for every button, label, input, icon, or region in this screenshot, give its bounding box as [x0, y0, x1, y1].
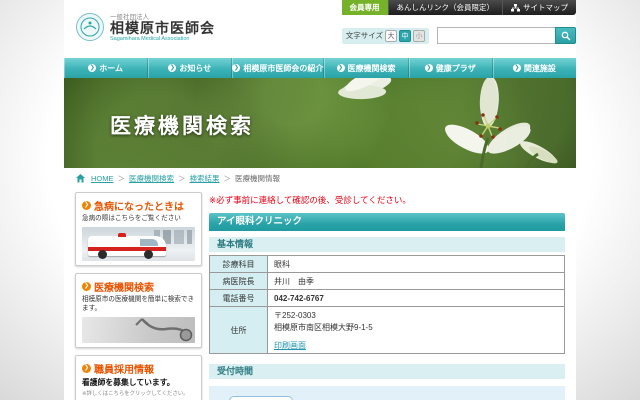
- members-only-button[interactable]: 会員専用: [342, 0, 388, 15]
- nav-label: 医療機関検索: [348, 63, 396, 74]
- content-column: ※必ず事前に連絡して確認の後、受診してください。 アイ眼科クリニック 基本情報 …: [209, 192, 565, 400]
- nav-label: 関連施設: [524, 63, 556, 74]
- hero-title: 医療機関検索: [110, 110, 254, 140]
- search-input[interactable]: [437, 27, 555, 44]
- nav-arrow-icon: ❯: [337, 64, 345, 72]
- banner-subtitle: 急病の際はこちらをご覧ください: [82, 215, 195, 224]
- breadcrumb-separator: ＞: [178, 173, 186, 184]
- table-row: 電話番号 042-742-6767: [210, 290, 565, 307]
- sidebar-banner-recruit[interactable]: ❯ 職員採用情報 看護師を募集しています。 ※詳しくはこちらをクリックしてくださ…: [75, 355, 202, 400]
- site-header: 一般社団法人 相模原市医師会 Sagamihara Medical Associ…: [64, 0, 576, 58]
- ambulance-image: [82, 227, 195, 261]
- row-label: 病医院長: [210, 273, 268, 290]
- breadcrumb-home[interactable]: HOME: [91, 174, 114, 183]
- font-size-small-button[interactable]: 小: [413, 30, 425, 42]
- row-label: 電話番号: [210, 290, 268, 307]
- row-label: 診療科目: [210, 256, 268, 273]
- hours-tab-panel: 受付時間: [209, 386, 565, 400]
- sidebar: ❯ 急病になったときは 急病の際はこちらをご覧ください: [75, 192, 202, 400]
- hours-tab[interactable]: 受付時間: [229, 396, 293, 400]
- home-icon: [76, 174, 85, 183]
- banner-title: 急病になったときは: [94, 198, 184, 213]
- row-label: 住所: [210, 307, 268, 354]
- hero-banner: 医療機関検索: [64, 78, 576, 168]
- hours-section-header: 受付時間: [209, 364, 565, 379]
- nav-item-health-plaza[interactable]: ❯健康プラザ: [409, 58, 493, 78]
- org-name: 相模原市医師会: [110, 21, 215, 36]
- breadcrumb-search[interactable]: 医療機関検索: [129, 173, 174, 184]
- breadcrumb-results[interactable]: 検索結果: [190, 173, 220, 184]
- row-value: 眼科: [268, 256, 565, 273]
- banner-title: 医療機関検索: [94, 279, 154, 294]
- arrow-circle-icon: ❯: [82, 201, 91, 210]
- breadcrumb-separator: ＞: [224, 173, 232, 184]
- arrow-circle-icon: ❯: [82, 282, 91, 291]
- site-logo[interactable]: 一般社団法人 相模原市医師会 Sagamihara Medical Associ…: [76, 11, 215, 42]
- phone-number: 042-742-6767: [268, 290, 565, 307]
- nav-label: 相模原市医師会の紹介: [243, 63, 323, 74]
- sitemap-link[interactable]: サイトマップ: [502, 0, 576, 15]
- nav-arrow-icon: ❯: [425, 64, 433, 72]
- search-button[interactable]: [555, 27, 576, 44]
- font-search-row: 文字サイズ 大 中 小: [342, 27, 576, 44]
- nav-label: 健康プラザ: [436, 63, 476, 74]
- logo-emblem-icon: [76, 13, 104, 41]
- nav-label: お知らせ: [179, 63, 211, 74]
- row-value: 井川 由季: [268, 273, 565, 290]
- nav-arrow-icon: ❯: [88, 64, 96, 72]
- search-icon: [561, 31, 571, 41]
- search-box: [437, 27, 576, 44]
- page: 一般社団法人 相模原市医師会 Sagamihara Medical Associ…: [64, 0, 576, 400]
- table-row: 診療科目 眼科: [210, 256, 565, 273]
- sitemap-icon: [511, 4, 520, 12]
- clinic-info-table: 診療科目 眼科 病医院長 井川 由季 電話番号 042-742-6767 住所: [209, 255, 565, 354]
- clinic-name-header: アイ眼科クリニック: [209, 213, 565, 231]
- logo-text: 一般社団法人 相模原市医師会 Sagamihara Medical Associ…: [110, 11, 215, 42]
- stethoscope-image: [82, 317, 195, 343]
- font-size-large-button[interactable]: 大: [385, 30, 397, 42]
- breadcrumb: HOME ＞ 医療機関検索 ＞ 検索結果 ＞ 医療機関情報: [64, 168, 576, 189]
- nav-arrow-icon: ❯: [168, 64, 176, 72]
- arrow-circle-icon: ❯: [82, 364, 91, 373]
- banner-note: ※詳しくはこちらをクリックしてください。: [82, 389, 195, 397]
- nav-item-related[interactable]: ❯関連施設: [493, 58, 576, 78]
- font-size-label: 文字サイズ: [346, 30, 383, 41]
- anshin-link[interactable]: あんしんリンク（会員限定）: [388, 0, 503, 15]
- nav-item-search[interactable]: ❯医療機関検索: [324, 58, 408, 78]
- org-name-en: Sagamihara Medical Association: [110, 36, 215, 42]
- nav-item-home[interactable]: ❯ホーム: [64, 58, 148, 78]
- main-nav: ❯ホーム ❯お知らせ ❯相模原市医師会の紹介 ❯医療機関検索 ❯健康プラザ ❯関…: [64, 58, 576, 78]
- nav-item-about[interactable]: ❯相模原市医師会の紹介: [232, 58, 324, 78]
- breadcrumb-separator: ＞: [118, 173, 126, 184]
- banner-title: 職員採用情報: [94, 361, 154, 376]
- table-row: 住所 〒252-0303 相模原市南区相模大野9-1-5 印刷画面: [210, 307, 565, 354]
- breadcrumb-current: 医療機関情報: [235, 173, 280, 184]
- postal-code: 〒252-0303: [274, 310, 558, 322]
- banner-subtitle: 看護師を募集しています。: [82, 378, 195, 389]
- lily-flowers-image: [276, 78, 576, 168]
- print-page-link[interactable]: 印刷画面: [274, 340, 306, 351]
- nav-arrow-icon: ❯: [513, 64, 521, 72]
- nav-arrow-icon: ❯: [232, 64, 240, 72]
- basic-info-header: 基本情報: [209, 237, 565, 252]
- table-row: 病医院長 井川 由季: [210, 273, 565, 290]
- pre-visit-notice: ※必ず事前に連絡して確認の後、受診してください。: [209, 194, 565, 206]
- font-size-control: 文字サイズ 大 中 小: [342, 28, 429, 44]
- nav-item-news[interactable]: ❯お知らせ: [148, 58, 232, 78]
- sidebar-banner-search[interactable]: ❯ 医療機関検索 相模原市の医療機関を簡単に検索できます。: [75, 273, 202, 348]
- address-text: 相模原市南区相模大野9-1-5: [274, 322, 558, 334]
- sidebar-banner-emergency[interactable]: ❯ 急病になったときは 急病の際はこちらをご覧ください: [75, 192, 202, 266]
- sitemap-label: サイトマップ: [523, 2, 568, 13]
- main-area: ❯ 急病になったときは 急病の際はこちらをご覧ください: [64, 189, 576, 400]
- nav-label: ホーム: [99, 63, 123, 74]
- banner-subtitle: 相模原市の医療機関を簡単に検索できます。: [82, 296, 195, 314]
- font-size-medium-button[interactable]: 中: [399, 30, 411, 42]
- utility-bar: 会員専用 あんしんリンク（会員限定） サイトマップ: [342, 0, 577, 15]
